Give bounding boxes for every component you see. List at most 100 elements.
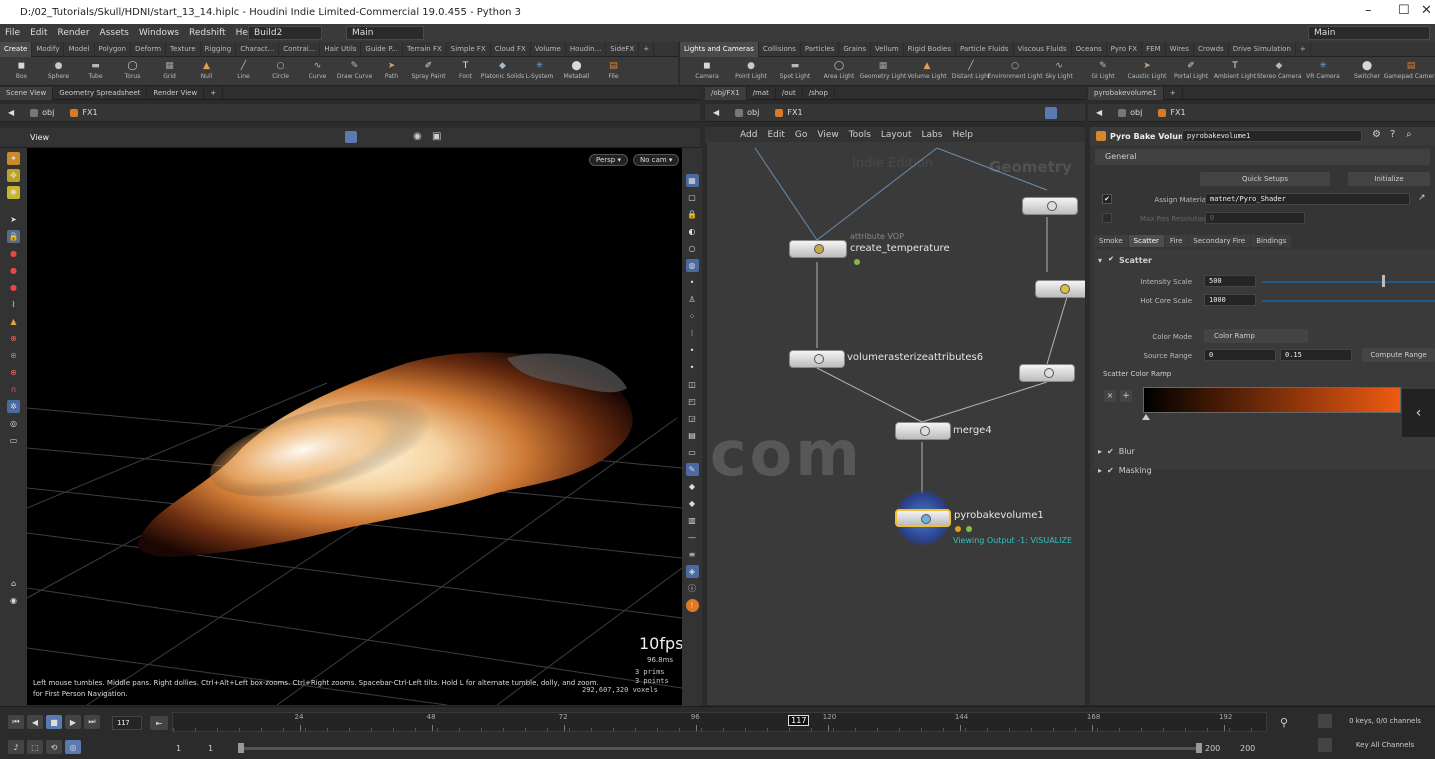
net-path-obj[interactable]: obj — [727, 108, 767, 117]
scale-red-icon[interactable]: ● — [7, 281, 20, 294]
play-icon[interactable]: ▶ — [65, 715, 81, 729]
color-mode-select[interactable]: Color Ramp — [1204, 329, 1308, 343]
shelf-tab-grains[interactable]: Grains — [839, 41, 871, 57]
path-obj[interactable]: obj — [22, 108, 62, 117]
params-back-icon[interactable]: ◀ — [1088, 108, 1110, 117]
menu-render[interactable]: Render — [53, 28, 95, 38]
magnet-tool-icon[interactable]: ⊕ — [7, 366, 20, 379]
tool-camera[interactable]: ◼ Camera — [690, 57, 724, 81]
end-frame-2[interactable]: 200 — [1240, 744, 1255, 753]
tool-box[interactable]: ◼ Box — [6, 57, 37, 81]
tool-grid[interactable]: ▦ Grid — [154, 57, 185, 81]
shelf-add-tab-icon[interactable]: + — [1296, 41, 1311, 57]
tool-circle[interactable]: ○ Circle — [265, 57, 296, 81]
grid-icon[interactable]: ▤ — [686, 429, 699, 442]
warning-icon[interactable]: ! — [685, 599, 699, 612]
tool-geometry-light[interactable]: ▦ Geometry Light — [860, 57, 907, 81]
handle-tool-icon[interactable]: ✥ — [7, 169, 20, 182]
shelf-tab-viscous-fluids[interactable]: Viscous Fluids — [1014, 41, 1072, 57]
tool-font[interactable]: T Font — [450, 57, 481, 81]
shelf-tab-houdin[interactable]: Houdin... — [566, 41, 607, 57]
tool-metaball[interactable]: ⬤ Metaball — [561, 57, 592, 81]
tab-fire[interactable]: Fire — [1164, 235, 1188, 247]
hot-core-scale-field[interactable]: 1000 — [1204, 294, 1256, 306]
persp-menu[interactable]: Persp ▾ — [589, 154, 628, 166]
horseshoe-magnet-icon[interactable]: ∩ — [7, 383, 20, 396]
tab-mat[interactable]: /mat — [747, 86, 776, 100]
tab-shop[interactable]: /shop — [803, 86, 835, 100]
tool-sky-light[interactable]: ∿ Sky Light — [1042, 57, 1076, 81]
key-all-toggle-icon[interactable] — [1318, 738, 1332, 752]
shelf-tab-polygon[interactable]: Polygon — [95, 41, 132, 57]
snap-tool-icon[interactable]: ⊕ — [7, 332, 20, 345]
shelf-tab-particle-fluids[interactable]: Particle Fluids — [956, 41, 1014, 57]
tool-tube[interactable]: ▬ Tube — [80, 57, 111, 81]
net-path-fx1[interactable]: FX1 — [767, 108, 810, 117]
intensity-slider[interactable] — [1262, 281, 1435, 283]
tool-stereo-camera[interactable]: ◆ Stereo Camera — [1257, 57, 1302, 81]
blur-section-header[interactable]: ▸ ✔ Blur — [1098, 447, 1135, 456]
tab-smoke[interactable]: Smoke — [1094, 235, 1128, 247]
pose-tool-icon[interactable]: ✺ — [7, 186, 20, 199]
tab-secondary-fire[interactable]: Secondary Fire — [1188, 235, 1251, 247]
source-range-min[interactable]: 0 — [1204, 349, 1276, 361]
tab-geometry-spreadsheet[interactable]: Geometry Spreadsheet — [53, 86, 148, 100]
tab-params[interactable]: pyrobakevolume1 — [1088, 86, 1164, 100]
range-start-handle[interactable] — [238, 743, 244, 753]
params-add-tab-icon[interactable]: + — [1164, 86, 1183, 100]
tool-spray-paint[interactable]: ✐ Spray Paint — [411, 57, 445, 81]
initialize-button[interactable]: Initialize — [1348, 172, 1430, 186]
build-desktop-select[interactable]: Build2 — [248, 26, 322, 40]
light-tool-icon[interactable]: ▲ — [7, 315, 20, 328]
stack-icon[interactable]: ≡ — [686, 548, 699, 561]
shelf-tab-contrai[interactable]: Contrai... — [279, 41, 321, 57]
start-frame[interactable]: 1 — [176, 744, 181, 753]
range-slider[interactable] — [240, 747, 1200, 750]
net-menu-add[interactable]: Add — [735, 130, 762, 140]
shelf-tab-particles[interactable]: Particles — [801, 41, 840, 57]
shelf-tab-texture[interactable]: Texture — [166, 41, 201, 57]
stop-icon[interactable]: ■ — [46, 715, 62, 729]
shelf-tab-terrain-fx[interactable]: Terrain FX — [403, 41, 447, 57]
close-button[interactable]: ✕ — [1421, 3, 1432, 18]
cam-menu[interactable]: No cam ▾ — [633, 154, 680, 166]
tool-volume-light[interactable]: ▲ Volume Light — [907, 57, 946, 81]
key-all-channels-button[interactable]: Key All Channels — [1340, 741, 1430, 749]
net-pin-icon[interactable] — [1045, 107, 1057, 119]
tab-out[interactable]: /out — [776, 86, 803, 100]
timeline-ruler[interactable]: 24 48 72 96 120 144 168 192 117 — [172, 712, 1267, 732]
main-desktop-select[interactable]: Main — [346, 26, 424, 40]
shield-icon[interactable]: ◈ — [685, 565, 699, 578]
tab-obj-fx1[interactable]: /obj/FX1 — [705, 86, 747, 100]
shelf-tab-oceans[interactable]: Oceans — [1072, 41, 1107, 57]
eye-icon[interactable]: ◉ — [7, 594, 20, 607]
tool-l-system[interactable]: ✳ L-System — [524, 57, 555, 81]
ramp-add-icon[interactable]: + — [1120, 390, 1132, 402]
info-icon[interactable]: ⓘ — [686, 582, 699, 595]
select-tool-icon[interactable]: ✦ — [7, 152, 20, 165]
path-fx1[interactable]: FX1 — [62, 108, 105, 117]
bottom-tool-icon[interactable]: ⌂ — [7, 577, 20, 590]
range-end-handle[interactable] — [1196, 743, 1202, 753]
node-merge4[interactable] — [895, 422, 951, 440]
points-icon[interactable]: ⁘ — [686, 310, 699, 323]
audio-icon[interactable]: ♪ — [8, 740, 24, 754]
menu-edit[interactable]: Edit — [25, 28, 52, 38]
collapse-panel-icon[interactable]: ‹ — [1402, 389, 1435, 437]
current-frame-marker[interactable]: 117 — [788, 715, 810, 726]
net-menu-view[interactable]: View — [812, 130, 843, 140]
jump-start-icon[interactable]: ⏮ — [8, 715, 24, 729]
ramp-remove-icon[interactable]: × — [1104, 390, 1116, 402]
play-reverse-icon[interactable]: ◀ — [27, 715, 43, 729]
masking-section-header[interactable]: ▸ ✔ Masking — [1098, 466, 1152, 475]
node-right-mid[interactable] — [1035, 280, 1085, 298]
shelf-tab-cloud-fx[interactable]: Cloud FX — [491, 41, 531, 57]
tool-curve[interactable]: ∿ Curve — [302, 57, 333, 81]
paint-tool-icon[interactable]: ⊕ — [7, 349, 20, 362]
dot2-icon[interactable]: • — [686, 361, 699, 374]
shelf-tab-hair-utils[interactable]: Hair Utils — [320, 41, 362, 57]
back-icon[interactable]: ◀ — [0, 108, 22, 117]
shelf-tab-wires[interactable]: Wires — [1166, 41, 1194, 57]
scene-viewport[interactable]: Persp ▾ No cam ▾ 10fps 96.8ms 3 prims 3 … — [27, 148, 682, 705]
shelf-tab-charact[interactable]: Charact... — [236, 41, 280, 57]
